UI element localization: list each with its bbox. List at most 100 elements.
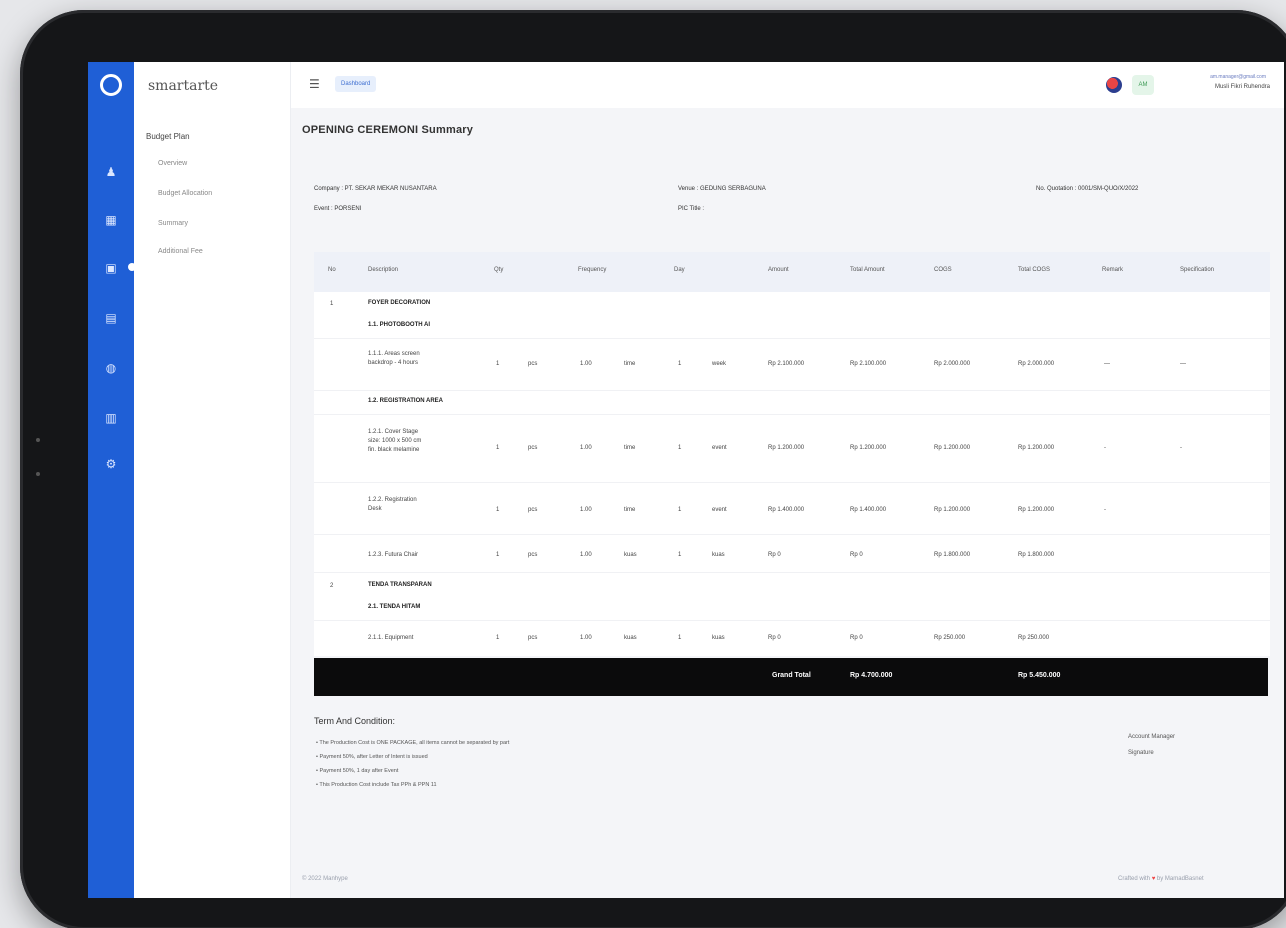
cogs: Rp 250.000 bbox=[934, 635, 966, 641]
breadcrumb[interactable]: Dashboard bbox=[335, 76, 377, 92]
settings-icon[interactable]: ⚙ bbox=[105, 458, 117, 470]
amount: Rp 1.200.000 bbox=[768, 445, 805, 451]
qty-unit: pcs bbox=[528, 361, 538, 367]
specification: - bbox=[1180, 445, 1182, 451]
footer-credit-suffix: by MamadBasnet bbox=[1156, 876, 1204, 882]
desc-line: Desk bbox=[368, 506, 382, 512]
side-button bbox=[36, 472, 40, 476]
menu-toggle-icon[interactable]: ☰ bbox=[309, 77, 320, 91]
user-name[interactable]: Musli Fikri Ruhendra bbox=[1215, 84, 1270, 90]
term-text: Payment 50%, after Letter of Intent is i… bbox=[319, 754, 428, 760]
amount: Rp 0 bbox=[768, 635, 781, 641]
day: 1 bbox=[678, 507, 682, 513]
top-bar: ☰ Dashboard AM am.manager@gmail.com Musl… bbox=[291, 62, 1284, 108]
qty-unit: pcs bbox=[528, 445, 538, 451]
frequency: 1.00 bbox=[580, 507, 592, 513]
book-icon[interactable]: ▥ bbox=[105, 412, 117, 424]
cogs: Rp 1.200.000 bbox=[934, 445, 971, 451]
total-cogs: Rp 1.200.000 bbox=[1018, 507, 1055, 513]
term-item: • Payment 50%, 1 day after Event bbox=[316, 768, 399, 774]
nav-section-budget-plan[interactable]: Budget Plan bbox=[146, 132, 190, 141]
list-icon[interactable]: ▤ bbox=[105, 312, 117, 324]
grand-total-label: Grand Total bbox=[772, 672, 811, 679]
frequency: 1.00 bbox=[580, 445, 592, 451]
grand-total-bar: Grand Total Rp 4.700.000 Rp 5.450.000 bbox=[314, 658, 1268, 696]
frequency-unit: time bbox=[624, 445, 636, 451]
row-no: 1 bbox=[330, 301, 334, 307]
cogs: Rp 1.800.000 bbox=[934, 552, 971, 558]
budget-icon[interactable]: ▣ bbox=[105, 262, 117, 274]
specification: — bbox=[1180, 361, 1186, 367]
nav-item-additional-fee[interactable]: Additional Fee bbox=[158, 248, 203, 255]
language-flag-icon[interactable] bbox=[1106, 77, 1122, 93]
item-desc: 1.2.2. Registration Desk bbox=[368, 496, 417, 514]
frequency: 1.00 bbox=[580, 635, 592, 641]
qty: 1 bbox=[496, 552, 500, 558]
event-info: Event : PORSENI bbox=[314, 206, 362, 212]
frequency: 1.00 bbox=[580, 361, 592, 367]
day: 1 bbox=[678, 445, 682, 451]
app-screen: ♟ ▦ ▣ ▤ ◍ ▥ ⚙ smartarte Budget Plan Over… bbox=[88, 62, 1284, 898]
day: 1 bbox=[678, 361, 682, 367]
app-logo-icon[interactable] bbox=[100, 74, 122, 96]
avatar[interactable]: AM bbox=[1132, 75, 1154, 95]
nav-item-summary[interactable]: Summary bbox=[158, 220, 188, 227]
desc-line: size: 1000 x 500 cm bbox=[368, 438, 422, 444]
term-item: • Payment 50%, after Letter of Intent is… bbox=[316, 754, 428, 760]
item-desc: 1.1.1. Areas screen backdrop - 4 hours bbox=[368, 350, 420, 368]
terms-title: Term And Condition: bbox=[314, 716, 396, 726]
term-item: • The Production Cost is ONE PACKAGE, al… bbox=[316, 740, 510, 746]
day-unit: week bbox=[712, 361, 727, 367]
desc-line: 1.1.1. Areas screen bbox=[368, 351, 420, 357]
frequency: 1.00 bbox=[580, 552, 592, 558]
col-description: Description bbox=[368, 267, 399, 273]
term-text: The Production Cost is ONE PACKAGE, all … bbox=[319, 740, 510, 746]
nav-item-budget-allocation[interactable]: Budget Allocation bbox=[158, 190, 212, 197]
grid-icon[interactable]: ▦ bbox=[105, 214, 117, 226]
item-desc: 1.2.3. Futura Chair bbox=[368, 552, 419, 558]
row-no: 2 bbox=[330, 583, 334, 589]
col-total-amount: Total Amount bbox=[850, 267, 885, 273]
grand-total-amount: Rp 4.700.000 bbox=[850, 672, 893, 679]
term-text: Payment 50%, 1 day after Event bbox=[319, 768, 399, 774]
user-email: am.manager@gmail.com bbox=[1210, 74, 1266, 80]
user-icon[interactable]: ♟ bbox=[105, 166, 117, 178]
day: 1 bbox=[678, 635, 682, 641]
cogs: Rp 2.000.000 bbox=[934, 361, 971, 367]
qty: 1 bbox=[496, 635, 500, 641]
quotation-info: No. Quotation : 0001/SM-QUO/X/2022 bbox=[1036, 186, 1139, 192]
brand-name: smartarte bbox=[148, 78, 219, 94]
venue-info: Venue : GEDUNG SERBAGUNA bbox=[678, 186, 766, 192]
total-amount: Rp 2.100.000 bbox=[850, 361, 887, 367]
desc-line: backdrop - 4 hours bbox=[368, 360, 419, 366]
col-cogs: COGS bbox=[934, 267, 952, 273]
signature-role: Account Manager bbox=[1128, 734, 1176, 740]
total-amount: Rp 0 bbox=[850, 635, 863, 641]
tablet-frame: ♟ ▦ ▣ ▤ ◍ ▥ ⚙ smartarte Budget Plan Over… bbox=[20, 10, 1286, 928]
footer-copyright: © 2022 Manhype bbox=[302, 876, 348, 882]
group-label: FOYER DECORATION bbox=[368, 300, 431, 306]
table-header: No Description Qty Frequency Day Amount … bbox=[314, 252, 1270, 292]
pic-info: PIC Title : bbox=[678, 206, 705, 212]
row-divider bbox=[314, 338, 1270, 339]
qty: 1 bbox=[496, 361, 500, 367]
day-unit: kuas bbox=[712, 552, 725, 558]
total-cogs: Rp 250.000 bbox=[1018, 635, 1050, 641]
amount: Rp 2.100.000 bbox=[768, 361, 805, 367]
row-divider bbox=[314, 414, 1270, 415]
signature-label: Signature bbox=[1128, 750, 1154, 756]
col-no: No bbox=[328, 267, 336, 273]
footer-credit-prefix: Crafted with bbox=[1118, 876, 1151, 882]
globe-icon[interactable]: ◍ bbox=[105, 362, 117, 374]
cogs: Rp 1.200.000 bbox=[934, 507, 971, 513]
nav-item-overview[interactable]: Overview bbox=[158, 160, 187, 167]
page-title: OPENING CEREMONI Summary bbox=[302, 124, 474, 136]
total-amount: Rp 1.400.000 bbox=[850, 507, 887, 513]
company-info: Company : PT. SEKAR MEKAR NUSANTARA bbox=[314, 186, 437, 192]
remark: - bbox=[1104, 507, 1106, 513]
qty-unit: pcs bbox=[528, 635, 538, 641]
total-cogs: Rp 1.200.000 bbox=[1018, 445, 1055, 451]
icon-rail: ♟ ▦ ▣ ▤ ◍ ▥ ⚙ bbox=[88, 62, 136, 898]
remark: — bbox=[1104, 361, 1110, 367]
term-text: This Production Cost include Tax PPh & P… bbox=[319, 782, 437, 788]
